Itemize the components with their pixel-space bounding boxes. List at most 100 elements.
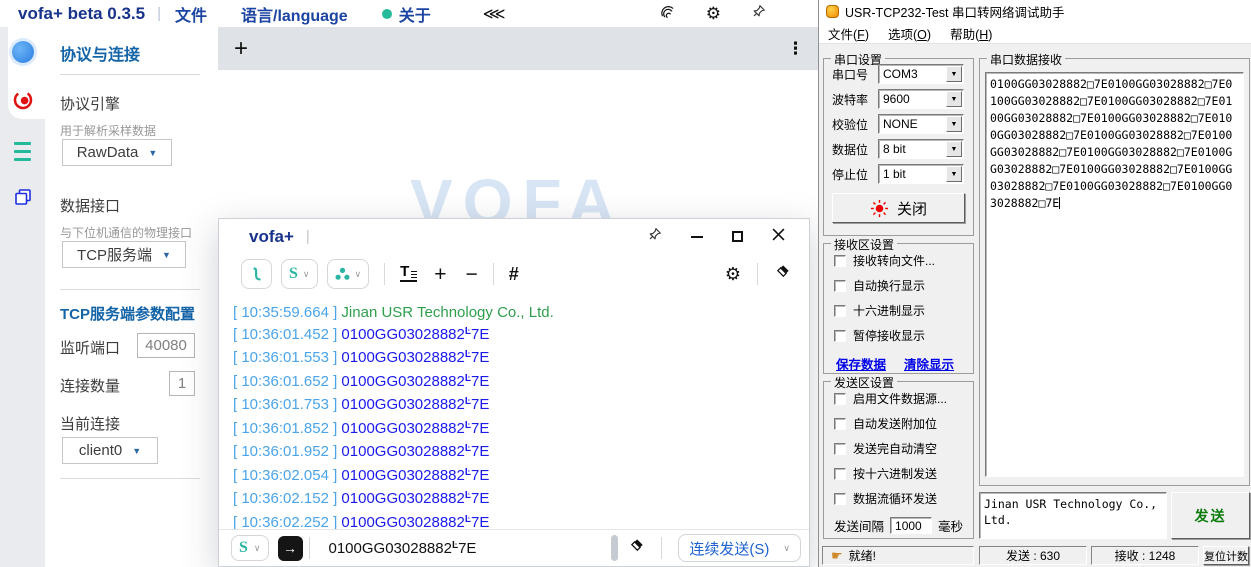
- sidebar-item-list[interactable]: [0, 139, 45, 163]
- log-message: 0100GG03028882: [341, 420, 464, 437]
- send-checkbox[interactable]: [834, 443, 846, 455]
- send-checkbox[interactable]: [834, 493, 846, 505]
- usr-window-title: USR-TCP232-Test 串口转网络调试助手: [845, 2, 1064, 21]
- serial-combo[interactable]: 9600 ▼: [878, 89, 964, 109]
- log-timestamp: [ 10:36:01.652 ]: [233, 373, 341, 390]
- tcp-config-heading: TCP服务端参数配置: [60, 303, 195, 324]
- engine-desc: 用于解析采样数据: [60, 122, 156, 139]
- menu-language[interactable]: 语言/language: [241, 2, 348, 26]
- usr-send-button[interactable]: 发送: [1171, 492, 1250, 539]
- hex-toggle-button[interactable]: #: [509, 265, 519, 283]
- listen-port-label: 监听端口: [60, 337, 120, 358]
- settings-gear-icon[interactable]: ⚙: [706, 5, 721, 22]
- text-format-icon[interactable]: T: [400, 266, 417, 282]
- status-tx-panel: 发送 : 630: [979, 546, 1087, 565]
- maximize-icon[interactable]: [732, 231, 743, 242]
- recv-label: 接收转向文件...: [853, 252, 935, 269]
- close-icon[interactable]: [772, 228, 785, 246]
- menu-file[interactable]: 文件: [175, 2, 207, 26]
- recv-link-1[interactable]: 清除显示: [904, 354, 954, 373]
- send-label: 发送完自动清空: [853, 440, 937, 457]
- serial-receive-area[interactable]: 0100GG03028882□7E0100GG03028882□7E0100GG…: [985, 72, 1244, 477]
- recv-checkbox[interactable]: [834, 255, 846, 267]
- app-icon: [826, 5, 839, 18]
- phone-connect-button[interactable]: [241, 259, 272, 289]
- usr-menu-item-1[interactable]: 选项(O): [888, 24, 931, 43]
- interval-field[interactable]: 1000: [890, 517, 932, 534]
- interval-unit: 毫秒: [938, 516, 963, 535]
- eraser-clear-icon[interactable]: [628, 537, 645, 559]
- usr-menu-item-0[interactable]: 文件(F): [828, 24, 869, 43]
- sidebar-item-connection[interactable]: [0, 41, 45, 63]
- status-ready-panel: ☛ 就绪!: [822, 546, 974, 565]
- drag-handle[interactable]: [611, 535, 618, 561]
- serial-combo[interactable]: NONE▼: [878, 114, 964, 134]
- send-button[interactable]: →: [278, 536, 303, 561]
- chevron-down-icon[interactable]: ▼: [946, 141, 962, 157]
- collapse-sidebar-icon[interactable]: ⋘: [483, 4, 506, 24]
- iface-select-value: TCP服务端: [77, 244, 152, 265]
- iface-select[interactable]: TCP服务端 ▼: [62, 241, 186, 268]
- recv-checkbox[interactable]: [834, 280, 846, 292]
- add-tab-button[interactable]: +: [234, 37, 248, 61]
- serial-combo[interactable]: 8 bit▼: [878, 139, 964, 159]
- continuous-send-select[interactable]: 连续发送(S) ∨: [678, 534, 801, 562]
- red-indicator-icon: [870, 199, 889, 218]
- conn-count-field[interactable]: 1: [169, 371, 195, 396]
- log-message: 7E: [471, 443, 489, 460]
- settings-gear-icon[interactable]: ⚙: [725, 265, 741, 283]
- recv-checkbox[interactable]: [834, 305, 846, 317]
- log-message: 7E: [471, 420, 489, 437]
- close-port-button[interactable]: 关闭: [832, 193, 965, 223]
- current-conn-select[interactable]: client0 ▼: [62, 437, 158, 464]
- current-conn-label: 当前连接: [60, 413, 120, 434]
- chevron-down-icon[interactable]: ▼: [946, 66, 962, 82]
- usr-send-input[interactable]: Jinan USR Technology Co., Ltd.: [979, 492, 1167, 539]
- recv-link-0[interactable]: 保存数据: [836, 354, 886, 373]
- fingerprint-icon[interactable]: [659, 3, 676, 25]
- send-label: 数据流循环发送: [853, 490, 937, 507]
- receive-settings-group: 接收区设置 接收转向文件...自动换行显示十六进制显示暂停接收显示 保存数据清除…: [823, 243, 974, 374]
- recv-checkbox[interactable]: [834, 330, 846, 342]
- send-label: 按十六进制发送: [853, 465, 937, 482]
- send-checkbox[interactable]: [834, 418, 846, 430]
- menu-about[interactable]: 关于: [382, 2, 431, 26]
- recv-label: 自动换行显示: [853, 277, 925, 294]
- connection-circle-icon: [12, 41, 34, 63]
- divider: [493, 263, 494, 285]
- usr-title-bar[interactable]: USR-TCP232-Test 串口转网络调试助手: [819, 0, 1251, 23]
- float-bottom-bar: S ∨ → 0100GG03028882Ŀ7E 连续发送(S) ∨: [219, 529, 809, 566]
- log-message: 0100GG03028882: [341, 467, 464, 484]
- pin-icon[interactable]: [751, 4, 766, 24]
- float-title-bar[interactable]: vofa+ |: [219, 219, 809, 254]
- chevron-down-icon[interactable]: ▼: [946, 166, 962, 182]
- pin-icon[interactable]: [647, 227, 662, 247]
- usr-menu-item-2[interactable]: 帮助(H): [950, 24, 992, 43]
- tab-menu-kebab-icon[interactable]: ⋮: [787, 39, 804, 59]
- font-decrease-button[interactable]: −: [466, 264, 478, 285]
- listen-port-field[interactable]: 40080: [137, 333, 195, 358]
- usr-menubar: 文件(F) 选项(O) 帮助(H): [819, 23, 1251, 44]
- send-format-select[interactable]: S ∨: [231, 535, 269, 561]
- font-increase-button[interactable]: +: [434, 264, 446, 285]
- serial-row-label: 停止位: [832, 166, 878, 183]
- chevron-down-icon[interactable]: ▼: [946, 91, 962, 107]
- send-checkbox[interactable]: [834, 468, 846, 480]
- serial-row: 波特率9600▼: [832, 89, 973, 109]
- send-input[interactable]: 0100GG03028882Ŀ7E: [329, 540, 477, 557]
- serial-combo[interactable]: 1 bit ▼: [878, 164, 964, 184]
- sidebar-item-protocol[interactable]: [0, 89, 45, 111]
- combo-value: 9600: [883, 92, 910, 106]
- sample-mode-button[interactable]: S ∨: [281, 259, 318, 289]
- log-timestamp: [ 10:35:59.664 ]: [233, 304, 341, 321]
- combo-value: 1 bit: [883, 167, 906, 181]
- eraser-clear-icon[interactable]: [774, 263, 791, 285]
- reset-count-button[interactable]: 复位计数: [1203, 546, 1249, 565]
- minimize-icon[interactable]: [691, 236, 703, 238]
- send-checkbox[interactable]: [834, 393, 846, 405]
- sidebar-item-windows[interactable]: [0, 187, 45, 207]
- engine-select[interactable]: RawData ▼: [62, 139, 172, 166]
- chevron-down-icon[interactable]: ▼: [946, 116, 962, 132]
- scatter-mode-button[interactable]: ∨: [327, 259, 370, 289]
- serial-combo[interactable]: COM3▼: [878, 64, 964, 84]
